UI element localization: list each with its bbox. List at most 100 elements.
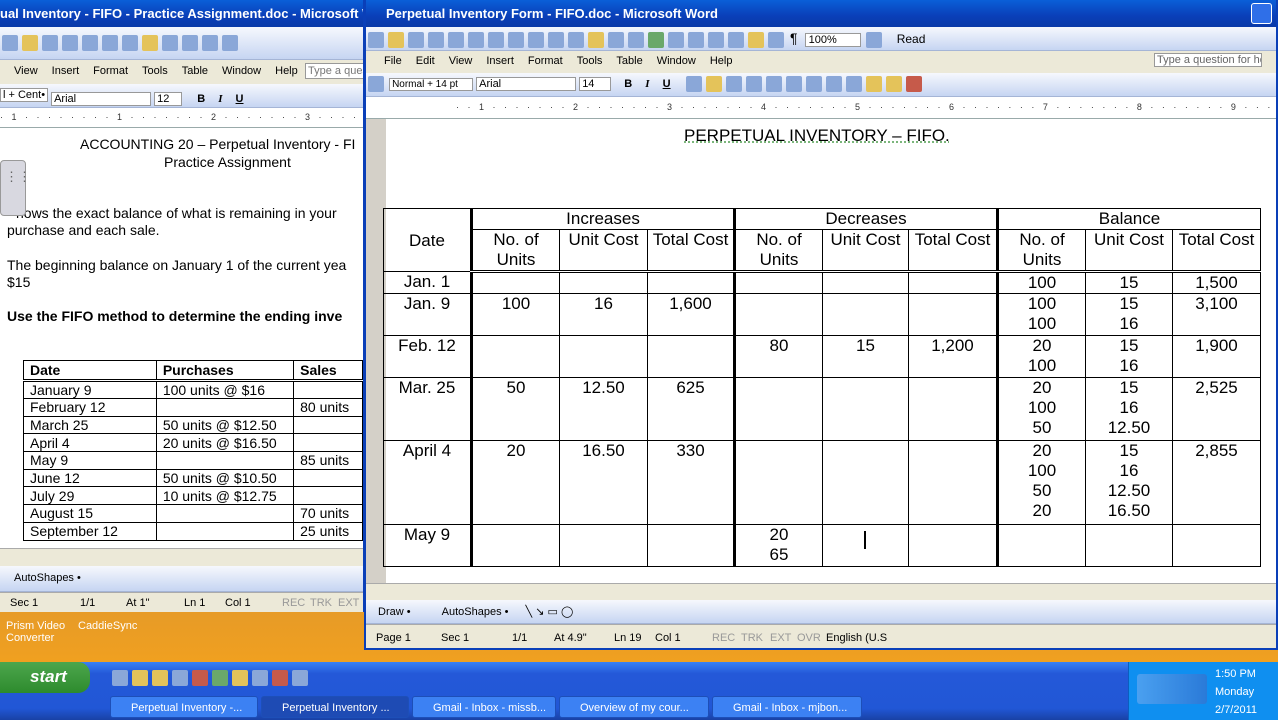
back-ruler[interactable]: · 1 · · · · · · · · 1 · · · · · · · 2 · … xyxy=(0,108,363,128)
zoom-dropdown[interactable]: 100% xyxy=(804,33,861,48)
taskbar-item-5[interactable]: Gmail - Inbox - mjbon... xyxy=(712,696,862,718)
menu-table[interactable]: Table xyxy=(616,55,642,67)
menu-view[interactable]: View xyxy=(449,55,473,67)
redo-icon[interactable] xyxy=(628,32,644,49)
start-button[interactable]: start xyxy=(0,662,90,693)
copy-icon[interactable] xyxy=(122,35,138,51)
bold-icon[interactable]: B xyxy=(624,78,632,90)
new-icon[interactable] xyxy=(368,32,384,49)
columns-icon[interactable] xyxy=(728,32,744,49)
app2-icon[interactable] xyxy=(232,670,248,686)
menu-format[interactable]: Format xyxy=(93,65,128,77)
spelling-icon[interactable] xyxy=(82,35,98,51)
rectangle-icon[interactable]: ▭ xyxy=(548,606,558,618)
permission-icon[interactable] xyxy=(428,32,444,49)
insert-table-icon[interactable] xyxy=(688,32,704,49)
back-hscroll[interactable] xyxy=(0,548,363,566)
font-color-icon[interactable] xyxy=(905,76,922,92)
app5-icon[interactable] xyxy=(292,670,308,686)
increase-indent-icon[interactable] xyxy=(845,76,862,92)
excel-icon[interactable] xyxy=(708,32,724,49)
front-hscroll[interactable] xyxy=(366,583,1276,600)
document-map-icon[interactable] xyxy=(768,32,784,49)
paste-icon[interactable] xyxy=(568,32,584,49)
align-left-icon[interactable] xyxy=(685,76,702,92)
ask-question-box[interactable]: Type a ques xyxy=(305,63,363,79)
format-painter-icon[interactable] xyxy=(588,32,604,49)
minimize-button[interactable] xyxy=(1251,3,1272,24)
format-painter-icon[interactable] xyxy=(142,35,158,51)
draw-menu[interactable]: Draw • xyxy=(378,606,411,618)
front-title-bar[interactable]: Perpetual Inventory Form - FIFO.doc - Mi… xyxy=(366,0,1276,27)
word-icon[interactable] xyxy=(172,670,188,686)
drawing-icon[interactable] xyxy=(748,32,764,49)
numbering-icon[interactable] xyxy=(785,76,802,92)
desktop-icon-prism[interactable]: Prism Video Converter xyxy=(6,620,66,644)
font-dropdown[interactable]: Arial xyxy=(51,92,152,106)
new-icon[interactable] xyxy=(2,35,18,51)
clock-time[interactable]: 1:50 PM xyxy=(1215,668,1256,680)
justify-icon[interactable] xyxy=(745,76,762,92)
decrease-indent-icon[interactable] xyxy=(825,76,842,92)
firefox-icon[interactable] xyxy=(132,670,148,686)
desktop-icon-caddiesync[interactable]: CaddieSync xyxy=(78,620,148,632)
taskbar-item-3[interactable]: Gmail - Inbox - missb... xyxy=(412,696,556,718)
spelling-icon[interactable] xyxy=(488,32,504,49)
cut-icon[interactable] xyxy=(102,35,118,51)
size-dropdown[interactable]: 14 xyxy=(579,77,612,91)
columns-icon[interactable] xyxy=(222,35,238,51)
undo-icon[interactable] xyxy=(162,35,178,51)
print-icon[interactable] xyxy=(62,35,78,51)
menu-format[interactable]: Format xyxy=(528,55,563,67)
menu-table[interactable]: Table xyxy=(182,65,208,77)
ie-icon[interactable] xyxy=(112,670,128,686)
oval-icon[interactable]: ◯ xyxy=(561,606,573,618)
menu-edit[interactable]: Edit xyxy=(416,55,435,67)
open-icon[interactable] xyxy=(22,35,38,51)
line-icon[interactable]: ╲ xyxy=(526,606,533,618)
tables-borders-icon[interactable] xyxy=(668,32,684,49)
align-right-icon[interactable] xyxy=(725,76,742,92)
save-icon[interactable] xyxy=(408,32,424,49)
bullets-icon[interactable] xyxy=(805,76,822,92)
ask-question-box[interactable]: Type a question for help xyxy=(1154,53,1262,67)
tray-icons[interactable] xyxy=(1137,674,1207,704)
back-word-window[interactable]: ual Inventory - FIFO - Practice Assignme… xyxy=(0,0,365,612)
size-dropdown[interactable]: 12 xyxy=(154,92,183,106)
redo-icon[interactable] xyxy=(182,35,198,51)
autoshapes-menu[interactable]: AutoShapes • xyxy=(442,606,509,618)
pilcrow-icon[interactable]: ¶ xyxy=(790,30,798,46)
taskbar-item-4[interactable]: Overview of my cour... xyxy=(559,696,709,718)
app-icon[interactable] xyxy=(192,670,208,686)
menu-window[interactable]: Window xyxy=(657,55,696,67)
style-dropdown[interactable]: l + Cent• xyxy=(0,88,48,102)
undo-icon[interactable] xyxy=(608,32,624,49)
read-button[interactable]: Read xyxy=(897,32,926,46)
copy-icon[interactable] xyxy=(548,32,564,49)
taskbar-item-2[interactable]: Perpetual Inventory ... xyxy=(261,696,409,718)
taskbar-item-1[interactable]: Perpetual Inventory -... xyxy=(110,696,258,718)
print-preview-icon[interactable] xyxy=(468,32,484,49)
italic-icon[interactable]: I xyxy=(218,93,222,105)
menu-file[interactable]: File xyxy=(384,55,402,67)
highlight-icon[interactable] xyxy=(885,76,902,92)
cut-icon[interactable] xyxy=(528,32,544,49)
menu-insert[interactable]: Insert xyxy=(486,55,514,67)
menu-help[interactable]: Help xyxy=(710,55,733,67)
side-panel-handle[interactable]: ⋮⋮ xyxy=(0,160,31,216)
menu-tools[interactable]: Tools xyxy=(577,55,603,67)
front-ruler[interactable]: · · 1 · · · · · · · 2 · · · · · · · 3 · … xyxy=(366,97,1276,119)
menu-help[interactable]: Help xyxy=(275,65,298,77)
save-icon[interactable] xyxy=(42,35,58,51)
menu-insert[interactable]: Insert xyxy=(52,65,80,77)
folder-icon[interactable] xyxy=(152,670,168,686)
app4-icon[interactable] xyxy=(272,670,288,686)
help-icon[interactable] xyxy=(865,32,882,49)
underline-icon[interactable]: U xyxy=(663,78,671,90)
menu-window[interactable]: Window xyxy=(222,65,261,77)
underline-icon[interactable]: U xyxy=(236,93,244,105)
research-icon[interactable] xyxy=(508,32,524,49)
style-dropdown[interactable]: Normal + 14 pt xyxy=(389,77,474,91)
font-dropdown[interactable]: Arial xyxy=(476,77,577,91)
print-icon[interactable] xyxy=(448,32,464,49)
